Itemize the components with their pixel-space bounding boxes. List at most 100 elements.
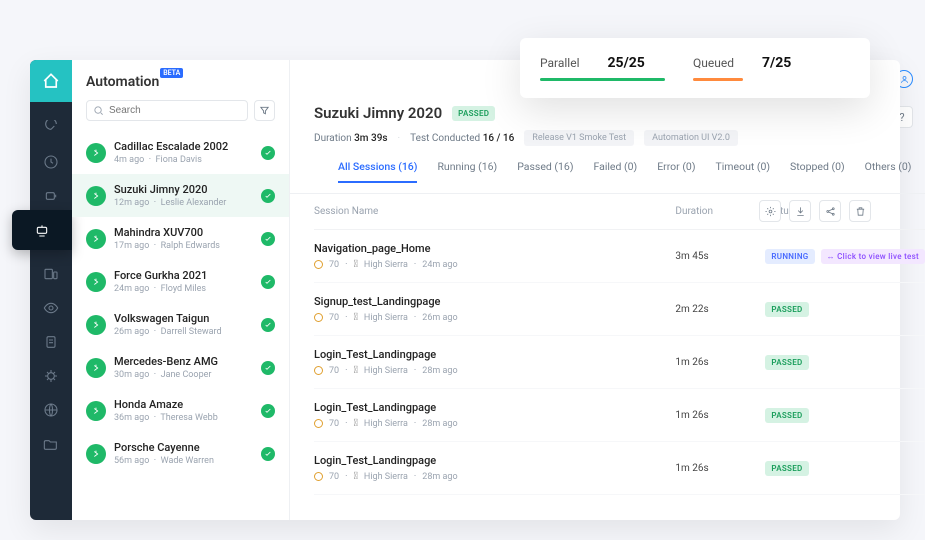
tab[interactable]: Error (0): [657, 160, 695, 183]
build-meta: 56m ago · Wade Warren: [114, 456, 253, 466]
apple-icon: : [353, 365, 357, 376]
session-row[interactable]: Signup_test_Landingpage 70 · High Sierr…: [314, 283, 925, 336]
build-item[interactable]: Cadillac Escalade 2002 4m ago · Fiona Da…: [72, 131, 289, 174]
build-name: Honda Amaze: [114, 398, 253, 411]
gauge-icon[interactable]: [43, 120, 59, 136]
globe-icon[interactable]: [43, 402, 59, 418]
duration-value: 3m 39s: [354, 133, 387, 144]
build-item[interactable]: Mahindra XUV700 17m ago · Ralph Edwards: [72, 217, 289, 260]
filter-button[interactable]: [254, 100, 275, 121]
session-name: Login_Test_Landingpage: [314, 348, 675, 361]
build-name: Mercedes-Benz AMG: [114, 355, 253, 368]
rail-nav: [30, 60, 72, 520]
tab[interactable]: Running (16): [437, 160, 497, 183]
chrome-icon: [314, 472, 323, 481]
apple-icon: : [353, 259, 357, 270]
download-button[interactable]: [789, 200, 811, 222]
build-meta: 36m ago · Theresa Webb: [114, 413, 253, 423]
build-icon: [86, 143, 106, 163]
folder-icon[interactable]: [43, 436, 59, 452]
build-item[interactable]: Honda Amaze 36m ago · Theresa Webb: [72, 389, 289, 432]
tag-chip[interactable]: Release V1 Smoke Test: [524, 130, 634, 146]
build-icon: [86, 229, 106, 249]
settings-button[interactable]: [759, 200, 781, 222]
queued-bar: [693, 78, 743, 81]
build-icon: [86, 401, 106, 421]
tab[interactable]: Stopped (0): [790, 160, 845, 183]
build-name: Volkswagen Taigun: [114, 312, 253, 325]
search-icon: [93, 105, 104, 116]
devices-icon[interactable]: [43, 266, 59, 282]
bug-icon[interactable]: [43, 368, 59, 384]
session-meta: 70 · High Sierra ·28m ago: [314, 418, 675, 429]
build-meta: 30m ago · Jane Cooper: [114, 370, 253, 380]
build-item[interactable]: Porsche Cayenne 56m ago · Wade Warren: [72, 432, 289, 475]
session-duration: 1m 26s: [675, 410, 765, 421]
build-item[interactable]: Suzuki Jimny 2020 12m ago · Leslie Alexa…: [72, 174, 289, 217]
build-icon: [86, 444, 106, 464]
session-row[interactable]: Login_Test_Landingpage 70 · High Sierra…: [314, 336, 925, 389]
tests-value: 16 / 16: [483, 133, 515, 144]
session-meta: 70 · High Sierra ·26m ago: [314, 312, 675, 323]
session-name: Login_Test_Landingpage: [314, 401, 675, 414]
chrome-icon: [314, 419, 323, 428]
logo[interactable]: [30, 60, 72, 102]
check-icon: [261, 232, 275, 246]
build-icon: [86, 358, 106, 378]
tab[interactable]: Timeout (0): [715, 160, 770, 183]
check-icon: [261, 447, 275, 461]
build-icon: [86, 272, 106, 292]
session-row[interactable]: Login_Test_Landingpage 70 · High Sierra…: [314, 389, 925, 442]
build-list: Cadillac Escalade 2002 4m ago · Fiona Da…: [72, 131, 289, 520]
chrome-icon: [314, 313, 323, 322]
tab[interactable]: All Sessions (16): [338, 160, 417, 183]
session-meta: 70 · High Sierra ·28m ago: [314, 471, 675, 482]
tab[interactable]: Passed (16): [517, 160, 573, 183]
session-meta: 70 · High Sierra ·24m ago: [314, 259, 675, 270]
battery-icon[interactable]: [43, 188, 59, 204]
status-badge: PASSED: [765, 355, 808, 370]
check-icon: [261, 361, 275, 375]
session-duration: 3m 45s: [675, 251, 765, 262]
build-item[interactable]: Force Gurkha 2021 24m ago · Floyd Miles: [72, 260, 289, 303]
filter-icon: [259, 105, 270, 116]
apple-icon: : [353, 471, 357, 482]
chrome-icon: [314, 260, 323, 269]
session-name: Navigation_page_Home: [314, 242, 675, 255]
parallel-bar: [540, 78, 665, 81]
build-name: Force Gurkha 2021: [114, 269, 253, 282]
delete-button[interactable]: [849, 200, 871, 222]
session-row[interactable]: Navigation_page_Home 70 · High Sierra ·…: [314, 230, 925, 283]
eye-icon[interactable]: [43, 300, 59, 316]
session-meta: 70 · High Sierra ·28m ago: [314, 365, 675, 376]
build-name: Suzuki Jimny 2020: [114, 183, 253, 196]
tag-chip[interactable]: Automation UI V2.0: [644, 130, 738, 146]
apple-icon: : [353, 418, 357, 429]
check-icon: [261, 318, 275, 332]
queued-value: 7/25: [762, 55, 791, 71]
sessions-table: Session Name Duration Status Navigation_…: [290, 194, 925, 520]
build-icon: [86, 186, 106, 206]
queued-segment: Queued 7/25: [693, 55, 791, 81]
session-duration: 1m 26s: [675, 463, 765, 474]
live-badge[interactable]: ↔ Click to view live test: [821, 249, 925, 264]
tab[interactable]: Others (0): [865, 160, 912, 183]
build-item[interactable]: Mercedes-Benz AMG 30m ago · Jane Cooper: [72, 346, 289, 389]
build-meta: 4m ago · Fiona Davis: [114, 155, 253, 165]
sidebar: Automation BETA Cadillac Escalade 2002 4…: [72, 60, 290, 520]
rail-active-robot[interactable]: [12, 210, 72, 250]
clock-icon[interactable]: [43, 154, 59, 170]
search-input-wrapper[interactable]: [86, 100, 248, 121]
queued-label: Queued: [693, 56, 734, 70]
build-item[interactable]: Volkswagen Taigun 26m ago · Darrell Stew…: [72, 303, 289, 346]
session-row[interactable]: Login_Test_Landingpage 70 · High Sierra…: [314, 442, 925, 495]
search-input[interactable]: [109, 105, 241, 116]
session-duration: 2m 22s: [675, 304, 765, 315]
share-button[interactable]: [819, 200, 841, 222]
col-session-name: Session Name: [314, 206, 675, 217]
build-name: Mahindra XUV700: [114, 226, 253, 239]
doc-icon[interactable]: [43, 334, 59, 350]
build-meta: 24m ago · Floyd Miles: [114, 284, 253, 294]
parallel-label: Parallel: [540, 56, 580, 70]
tab[interactable]: Failed (0): [593, 160, 637, 183]
